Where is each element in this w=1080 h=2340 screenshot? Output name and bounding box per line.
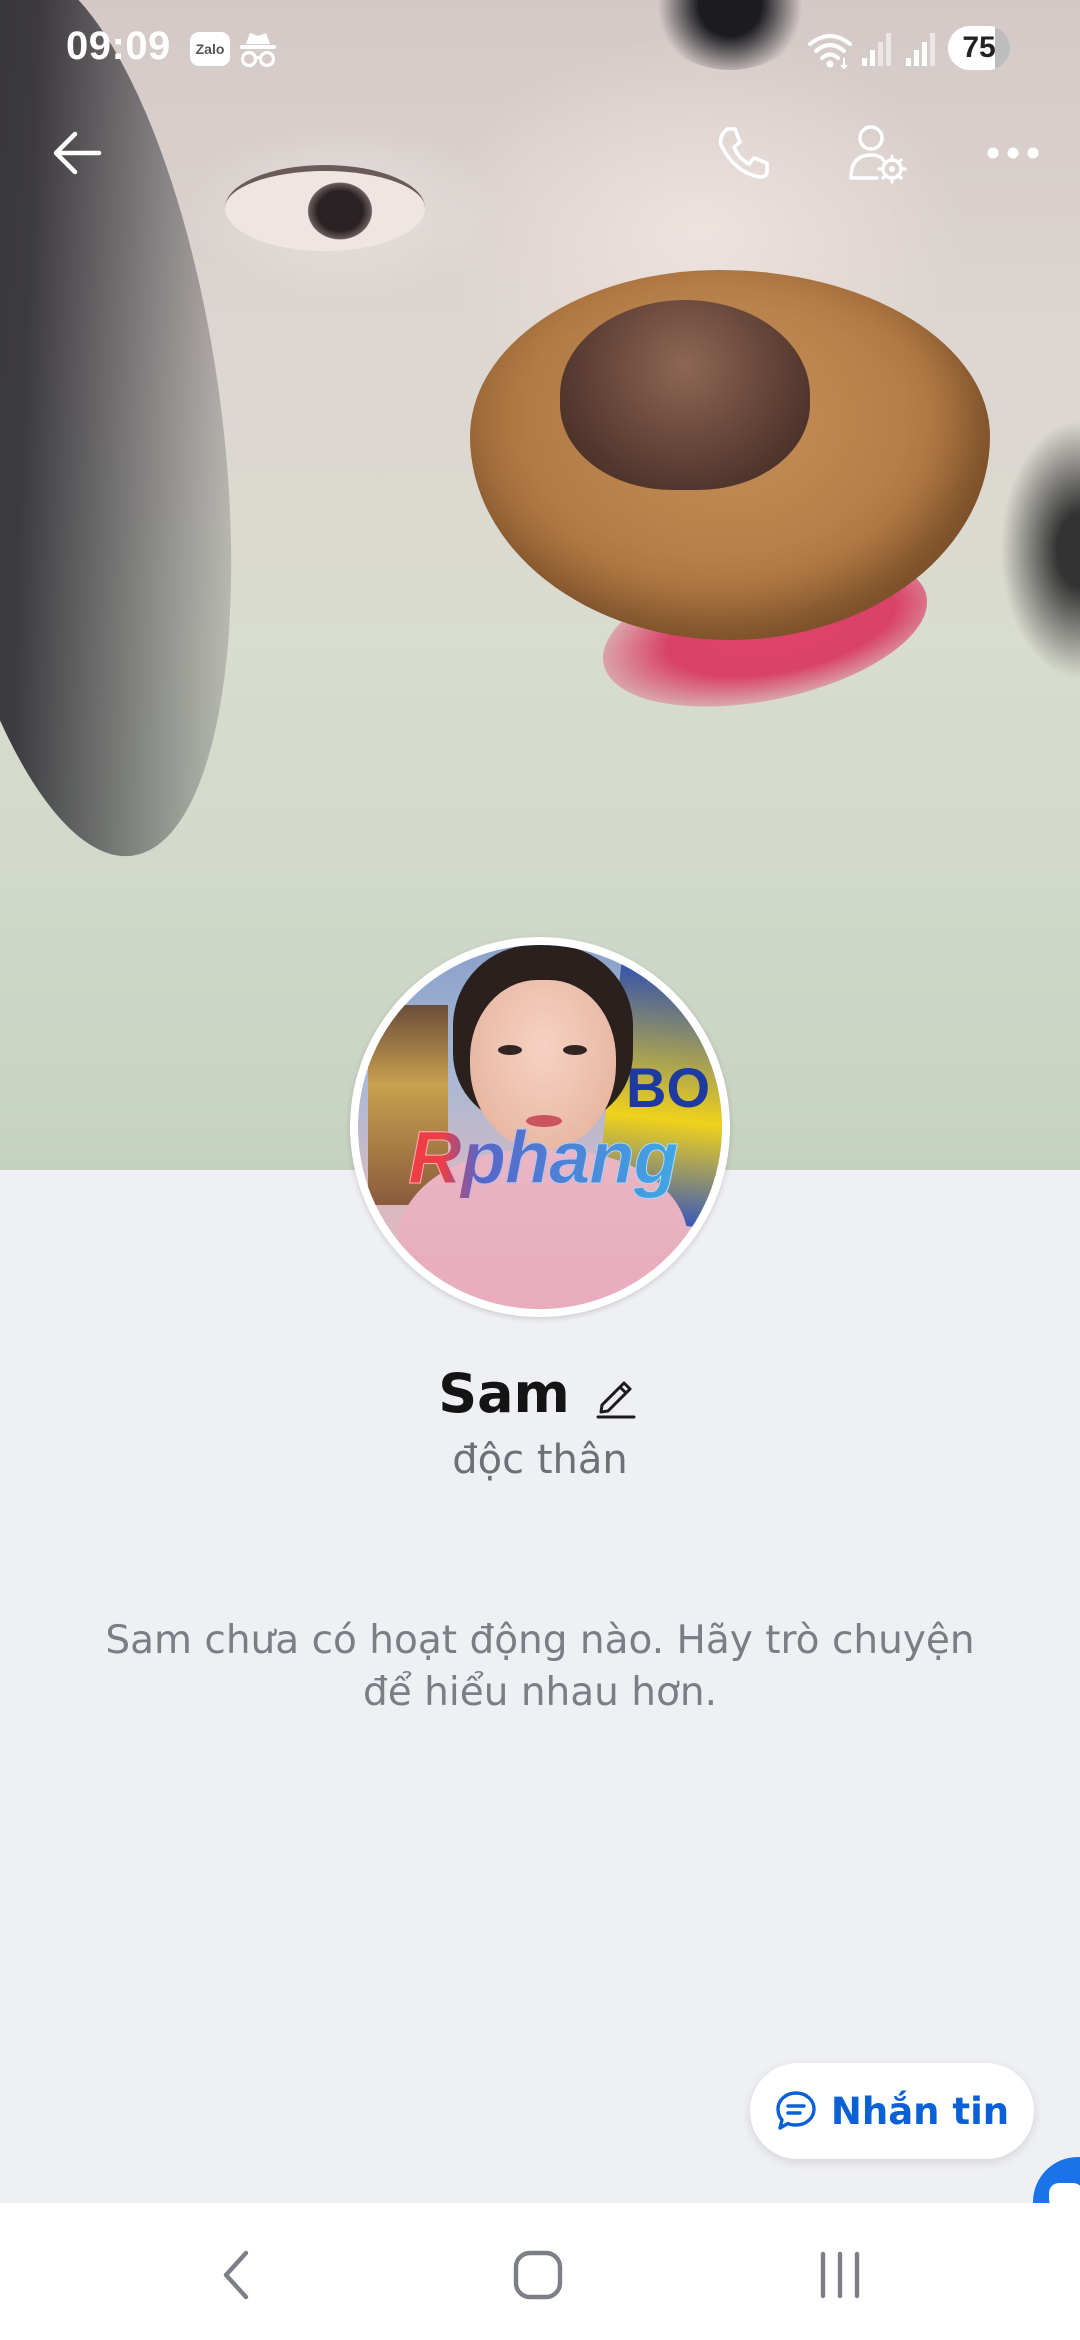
- zalo-icon: Zalo: [190, 32, 230, 66]
- profile-status: độc thân: [452, 1437, 628, 1483]
- profile-name: Sam: [438, 1362, 570, 1425]
- user-settings-icon: [849, 125, 907, 184]
- nav-recents-button[interactable]: [800, 2245, 880, 2305]
- avatar[interactable]: BO Rphang: [350, 937, 730, 1317]
- back-button[interactable]: [42, 118, 112, 188]
- more-options-button[interactable]: [978, 118, 1048, 188]
- system-navigation-bar: [0, 2203, 1080, 2340]
- nav-back-button[interactable]: [196, 2245, 276, 2305]
- cover-photo-eye: [225, 165, 425, 251]
- nav-recents-icon: [820, 2251, 860, 2299]
- more-options-icon: [987, 147, 1039, 159]
- chat-icon: [776, 2091, 816, 2130]
- avatar-photo: BO Rphang: [358, 945, 722, 1309]
- avatar-watermark: Rphang: [383, 1115, 703, 1200]
- nav-home-button[interactable]: [498, 2245, 578, 2305]
- avatar-sign-text: BO: [626, 1056, 710, 1119]
- send-message-label: Nhắn tin: [830, 2089, 1010, 2133]
- incognito-icon: [238, 28, 278, 72]
- empty-activity-message: Sam chưa có hoạt động nào. Hãy trò chuyệ…: [105, 1618, 975, 1715]
- phone-icon: [718, 127, 769, 179]
- status-time: 09:09: [66, 24, 171, 68]
- cover-photo-shadow: [1000, 420, 1080, 680]
- signal-icon: [904, 30, 940, 68]
- nav-home-icon: [513, 2250, 563, 2300]
- avatar-eye-right: [563, 1045, 587, 1055]
- edit-name-button[interactable]: [596, 1369, 642, 1419]
- pencil-icon: [596, 1381, 636, 1418]
- signal-icon: [860, 30, 896, 68]
- wifi-icon: [806, 30, 854, 70]
- profile-name-row: Sam: [0, 1362, 1080, 1425]
- send-message-button[interactable]: Nhắn tin: [750, 2063, 1034, 2159]
- call-button[interactable]: [708, 118, 778, 188]
- avatar-eye-left: [498, 1045, 522, 1055]
- battery-indicator: 75: [948, 26, 1010, 70]
- status-bar: 09:09 Zalo 75: [0, 0, 1080, 100]
- back-arrow-icon: [53, 131, 102, 175]
- nav-back-icon: [223, 2250, 249, 2300]
- profile-settings-button[interactable]: [843, 118, 913, 188]
- battery-level: 75: [962, 31, 996, 64]
- cover-photo-dog-nose-tip: [560, 300, 810, 490]
